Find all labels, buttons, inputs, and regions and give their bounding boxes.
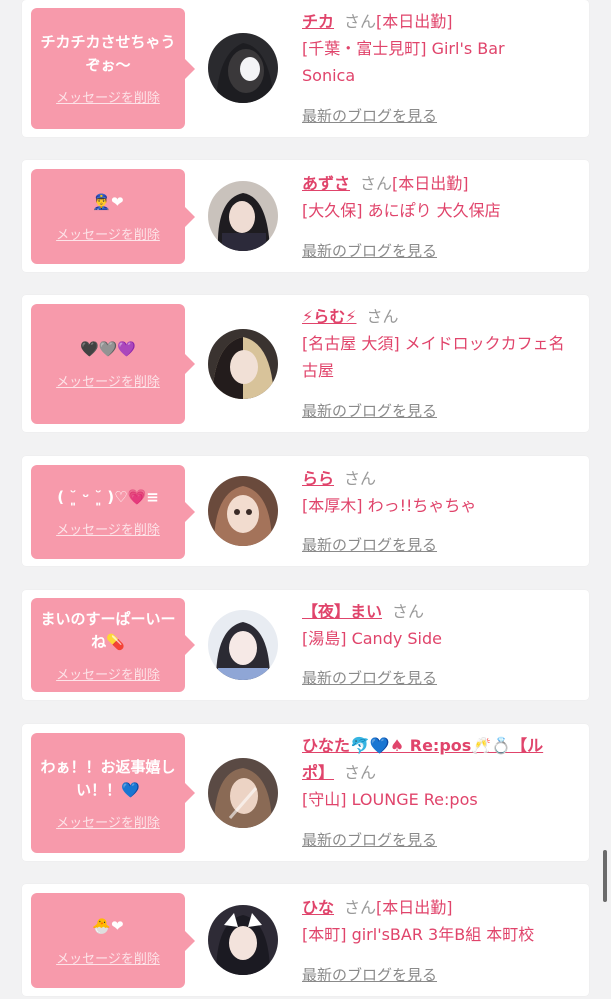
message-text: 🐣❤ — [92, 916, 124, 935]
shop-name: [本町] girl'sBAR 3年B組 本町校 — [302, 925, 535, 944]
avatar[interactable] — [208, 329, 278, 399]
delete-message-link[interactable]: メッセージを削除 — [56, 519, 160, 538]
honorific: さん — [344, 763, 377, 782]
message-bubble: わぁ！！お返事嬉しい！！💙 メッセージを削除 — [31, 733, 195, 853]
latest-blog-link[interactable]: 最新のブログを見る — [302, 829, 437, 850]
shop-name: [本厚木] わっ!!ちゃちゃ — [302, 496, 477, 515]
avatar[interactable] — [208, 476, 278, 546]
cast-name-link[interactable]: らら — [302, 469, 334, 488]
message-bubble: ( ˘͈ ᵕ ˘͈ )♡💗≡ メッセージを削除 — [31, 465, 195, 559]
shop-name: [名古屋 大須] メイドロックカフェ名古屋 — [302, 334, 565, 380]
message-card: 👮‍♂️❤ メッセージを削除 あずさ さん[本日出勤] [大久保] あにぽり 大久… — [22, 160, 589, 272]
honorific: さん — [392, 602, 425, 621]
message-bubble: 🖤🩶💜 メッセージを削除 — [31, 304, 195, 424]
shop-name: [千葉・富士見町] Girl's Bar Sonica — [302, 39, 505, 85]
delete-message-link[interactable]: メッセージを削除 — [56, 948, 160, 967]
avatar[interactable] — [208, 905, 278, 975]
status-badge: [本日出勤] — [376, 898, 453, 917]
cast-name-link[interactable]: ひなた🐬💙♠ Re:pos🥂💍【ルポ】 — [302, 736, 543, 782]
message-bubble: 👮‍♂️❤ メッセージを削除 — [31, 169, 195, 264]
status-badge: [本日出勤] — [376, 12, 453, 31]
message-card: わぁ！！お返事嬉しい！！💙 メッセージを削除 ひなた🐬💙♠ Re:pos🥂💍【ル… — [22, 724, 589, 861]
delete-message-link[interactable]: メッセージを削除 — [56, 371, 160, 390]
message-text: 👮‍♂️❤ — [92, 192, 124, 211]
message-text: チカチカさせちゃうぞぉ〜 — [40, 33, 176, 74]
delete-message-link[interactable]: メッセージを削除 — [56, 224, 160, 243]
avatar[interactable] — [208, 758, 278, 828]
honorific: さん — [344, 469, 377, 488]
honorific: さん — [366, 307, 399, 326]
avatar[interactable] — [208, 610, 278, 680]
shop-name: [湯島] Candy Side — [302, 629, 443, 648]
latest-blog-link[interactable]: 最新のブログを見る — [302, 964, 437, 985]
message-card: 🖤🩶💜 メッセージを削除 ⚡らむ⚡ さん [名古屋 大須] メイドロックカフェ名古… — [22, 295, 589, 432]
latest-blog-link[interactable]: 最新のブログを見る — [302, 534, 437, 555]
latest-blog-link[interactable]: 最新のブログを見る — [302, 400, 437, 421]
cast-name-link[interactable]: ⚡らむ⚡ — [302, 307, 356, 326]
cast-info: チカ さん[本日出勤] [千葉・富士見町] Girl's Bar Sonica — [302, 8, 582, 89]
cast-info: あずさ さん[本日出勤] [大久保] あにぽり 大久保店 — [302, 170, 582, 224]
cast-name-link[interactable]: ひな — [302, 898, 334, 917]
message-text: まいのすーぱーいーね💊 — [40, 609, 176, 651]
message-bubble: 🐣❤ メッセージを削除 — [31, 893, 195, 988]
delete-message-link[interactable]: メッセージを削除 — [56, 664, 160, 683]
shop-name: [大久保] あにぽり 大久保店 — [302, 201, 501, 220]
scrollbar[interactable] — [603, 850, 607, 902]
message-text: ( ˘͈ ᵕ ˘͈ )♡💗≡ — [57, 488, 159, 506]
honorific: さん — [344, 898, 377, 917]
message-card: ( ˘͈ ᵕ ˘͈ )♡💗≡ メッセージを削除 らら さん [本厚木] わっ!!ち… — [22, 456, 589, 566]
honorific: さん — [344, 12, 377, 31]
status-badge: [本日出勤] — [392, 174, 469, 193]
cast-name-link[interactable]: チカ — [302, 12, 334, 31]
delete-message-link[interactable]: メッセージを削除 — [56, 87, 160, 106]
cast-info: ひな さん[本日出勤] [本町] girl'sBAR 3年B組 本町校 — [302, 894, 582, 948]
avatar[interactable] — [208, 33, 278, 103]
message-bubble: チカチカさせちゃうぞぉ〜 メッセージを削除 — [31, 8, 195, 129]
honorific: さん — [360, 174, 393, 193]
cast-info: ⚡らむ⚡ さん [名古屋 大須] メイドロックカフェ名古屋 — [302, 303, 582, 384]
message-bubble: まいのすーぱーいーね💊 メッセージを削除 — [31, 598, 195, 692]
latest-blog-link[interactable]: 最新のブログを見る — [302, 240, 437, 261]
message-text: 🖤🩶💜 — [79, 340, 137, 358]
message-text: わぁ！！お返事嬉しい！！💙 — [40, 757, 176, 799]
latest-blog-link[interactable]: 最新のブログを見る — [302, 667, 437, 688]
avatar[interactable] — [208, 181, 278, 251]
latest-blog-link[interactable]: 最新のブログを見る — [302, 105, 437, 126]
delete-message-link[interactable]: メッセージを削除 — [56, 812, 160, 831]
message-card: チカチカさせちゃうぞぉ〜 メッセージを削除 チカ さん[本日出勤] [千葉・富士見… — [22, 0, 589, 137]
cast-info: ひなた🐬💙♠ Re:pos🥂💍【ルポ】 さん [守山] LOUNGE Re:pos — [302, 732, 582, 813]
message-card: まいのすーぱーいーね💊 メッセージを削除 【夜】まい さん [湯島] Candy … — [22, 590, 589, 700]
cast-name-link[interactable]: あずさ — [302, 174, 350, 193]
cast-info: 【夜】まい さん [湯島] Candy Side — [302, 598, 582, 652]
message-card: 🐣❤ メッセージを削除 ひな さん[本日出勤] [本町] girl'sBAR 3年… — [22, 884, 589, 996]
shop-name: [守山] LOUNGE Re:pos — [302, 790, 478, 809]
cast-name-link[interactable]: 【夜】まい — [302, 602, 382, 621]
cast-info: らら さん [本厚木] わっ!!ちゃちゃ — [302, 465, 582, 519]
